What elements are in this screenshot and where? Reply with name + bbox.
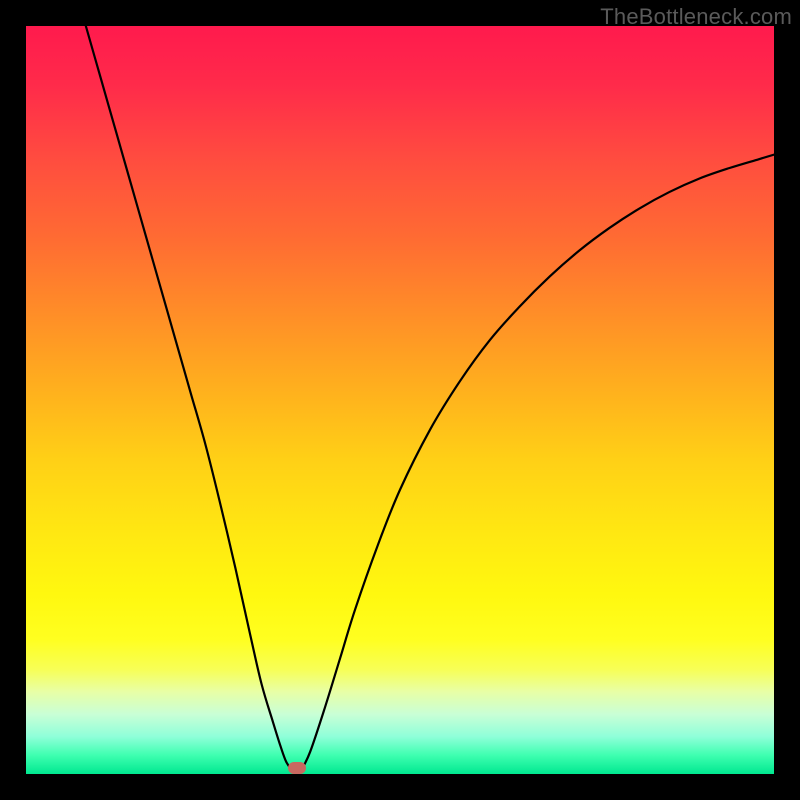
attribution-text: TheBottleneck.com: [600, 4, 792, 30]
minimum-marker: [288, 762, 306, 774]
plot-area: [26, 26, 774, 774]
